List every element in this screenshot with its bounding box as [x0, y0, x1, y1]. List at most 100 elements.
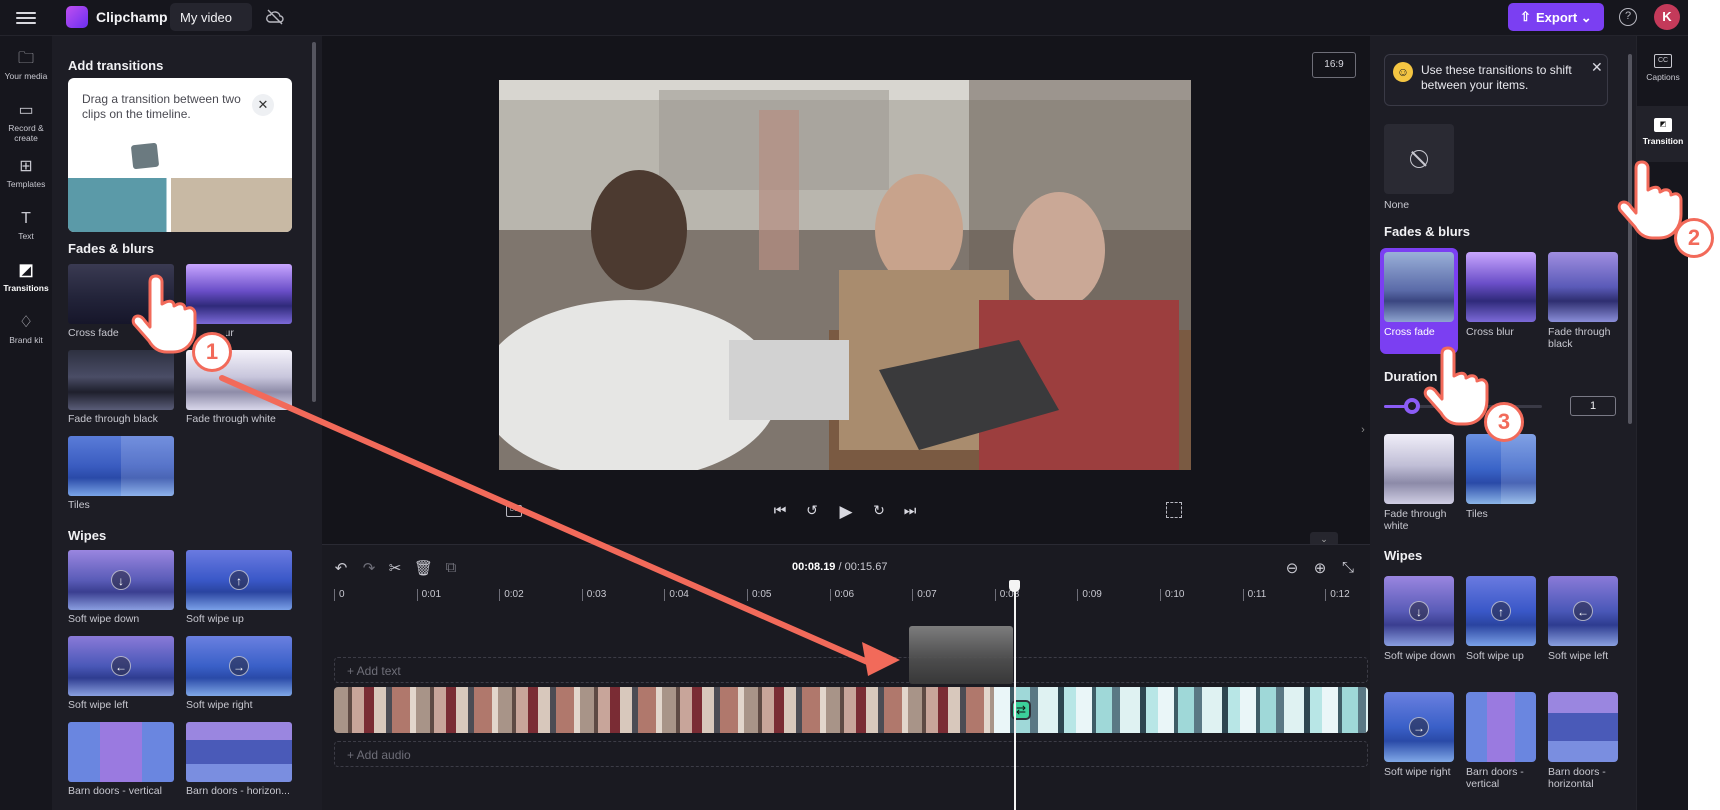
- rail-item-your-media[interactable]: 🗀 Your media: [0, 42, 52, 94]
- rail-label: Templates: [6, 179, 46, 189]
- ruler-tick: 0:02: [499, 589, 524, 601]
- avatar[interactable]: K: [1654, 4, 1680, 30]
- closed-captions-icon[interactable]: CC: [506, 505, 522, 517]
- transition-thumb-fade-through-black[interactable]: [1548, 252, 1618, 322]
- left-nav-rail: 🗀 Your media ▭ Record & create ⊞ Templates …: [0, 36, 52, 810]
- collapse-right-panel-icon[interactable]: ›: [1356, 424, 1370, 446]
- transition-thumb-soft-wipe-down[interactable]: ↓: [1384, 576, 1454, 646]
- close-icon[interactable]: ✕: [1591, 59, 1603, 76]
- add-audio-track[interactable]: + Add audio: [334, 741, 1368, 767]
- add-to-timeline-icon[interactable]: ⧉: [442, 559, 460, 576]
- transition-thumb-cross-fade[interactable]: [68, 264, 174, 324]
- slider-knob[interactable]: [1404, 398, 1420, 414]
- upload-icon: ⇧: [1520, 9, 1531, 24]
- transition-thumb-cross-blur[interactable]: [1466, 252, 1536, 322]
- transition-icon: ◩: [1654, 118, 1672, 132]
- ruler-tick: 0:09: [1077, 589, 1102, 601]
- rail-item-transition[interactable]: ◩ Transition: [1637, 106, 1688, 162]
- export-button[interactable]: ⇧ Export ⌄: [1508, 3, 1604, 31]
- arrow-up-icon: ↑: [229, 570, 249, 590]
- transition-label: Fade through black: [68, 413, 158, 425]
- step-badge-3: 3: [1484, 402, 1524, 442]
- redo-icon[interactable]: ↷: [360, 559, 378, 577]
- video-title-field[interactable]: My video: [170, 3, 252, 31]
- duration-input[interactable]: 1: [1570, 396, 1616, 416]
- rail-item-templates[interactable]: ⊞ Templates: [0, 150, 52, 202]
- ruler-tick: 0:05: [747, 589, 771, 601]
- transition-thumb-barn-doors-horizontal[interactable]: [1548, 692, 1618, 762]
- transition-thumb-barn-doors-vertical[interactable]: [1466, 692, 1536, 762]
- add-text-track[interactable]: + Add text: [334, 657, 1368, 683]
- panel-title: Add transitions: [68, 58, 164, 73]
- transition-label: Barn doors - horizon...: [186, 785, 290, 797]
- transition-thumb-soft-wipe-left[interactable]: ←: [68, 636, 174, 696]
- playhead[interactable]: [1014, 582, 1016, 810]
- tip-banner-text: Use these transitions to shift between y…: [1421, 63, 1572, 92]
- aspect-ratio-button[interactable]: 16:9: [1312, 52, 1356, 78]
- dragged-transition-preview: [909, 626, 1013, 684]
- left-panel-scrollbar[interactable]: [312, 42, 316, 402]
- none-label: None: [1384, 199, 1410, 211]
- fullscreen-icon[interactable]: [1166, 502, 1182, 518]
- timeline-ruler[interactable]: 0 0:01 0:02 0:03 0:04 0:05 0:06 0:07 0:08 0:09 0:1…: [334, 583, 1364, 605]
- transitions-panel: Add transitions Drag a transition betwee…: [52, 36, 322, 810]
- delete-icon[interactable]: 🗑: [414, 559, 433, 577]
- transition-thumb-soft-wipe-down[interactable]: ↓: [68, 550, 174, 610]
- ruler-tick: 0:10: [1160, 589, 1184, 601]
- transition-thumb-fade-through-white[interactable]: [1384, 434, 1454, 504]
- tip-illustration: [68, 178, 292, 232]
- zoom-out-icon[interactable]: ⊖: [1283, 559, 1301, 577]
- right-panel-scrollbar[interactable]: [1628, 54, 1632, 424]
- brand-kit-icon: ♢: [18, 314, 34, 331]
- timecode: 00:08.19 / 00:15.67: [792, 561, 887, 573]
- transition-none[interactable]: [1384, 124, 1454, 194]
- zoom-in-icon[interactable]: ⊕: [1311, 559, 1329, 577]
- skip-forward-icon[interactable]: ⏭: [899, 502, 921, 519]
- ruler-tick: 0:01: [416, 589, 441, 601]
- transition-thumb-soft-wipe-up[interactable]: ↑: [1466, 576, 1536, 646]
- arrow-down-icon: ↓: [1409, 601, 1429, 621]
- transition-thumb-tiles[interactable]: [1466, 434, 1536, 504]
- transition-thumb-cross-blur[interactable]: [186, 264, 292, 324]
- transition-label: Soft wipe left: [68, 699, 129, 711]
- cloud-off-icon[interactable]: [265, 8, 285, 26]
- rail-item-transitions[interactable]: ◩ Transitions: [0, 254, 52, 306]
- rail-item-text[interactable]: T Text: [0, 202, 52, 254]
- rail-item-captions[interactable]: CC Captions: [1637, 42, 1688, 98]
- transition-thumb-soft-wipe-left[interactable]: ←: [1548, 576, 1618, 646]
- fit-to-screen-icon[interactable]: ⤡: [1339, 559, 1357, 576]
- menu-icon[interactable]: [16, 9, 36, 25]
- close-icon[interactable]: ✕: [252, 94, 274, 116]
- video-clip-track[interactable]: [334, 687, 1368, 733]
- help-icon[interactable]: ?: [1619, 8, 1637, 26]
- arrow-right-icon: →: [1409, 717, 1429, 737]
- transition-label: Fade through white: [186, 413, 276, 425]
- transition-label: Fade through black: [1548, 326, 1611, 350]
- ruler-tick: 0:07: [912, 589, 937, 601]
- transition-thumb-cross-fade[interactable]: [1384, 252, 1454, 322]
- undo-icon[interactable]: ↶: [332, 559, 350, 577]
- total-time: / 00:15.67: [838, 561, 888, 573]
- forward-5-icon[interactable]: ↻: [868, 502, 890, 519]
- split-scissors-icon[interactable]: ✂: [386, 559, 404, 577]
- transition-thumb-soft-wipe-right[interactable]: →: [1384, 692, 1454, 762]
- rail-item-brand-kit[interactable]: ♢ Brand kit: [0, 306, 52, 358]
- video-clip-second[interactable]: [994, 687, 1368, 733]
- play-icon[interactable]: ▶: [835, 502, 857, 522]
- ruler-tick: 0:06: [829, 589, 854, 601]
- transition-thumb-soft-wipe-up[interactable]: ↑: [186, 550, 292, 610]
- transition-thumb-barn-doors-horizontal[interactable]: [186, 722, 292, 782]
- skip-back-icon[interactable]: ⏮: [769, 502, 791, 519]
- emoji-icon: ☺: [1393, 62, 1413, 82]
- transition-thumb-fade-through-black[interactable]: [68, 350, 174, 410]
- transition-thumb-barn-doors-vertical[interactable]: [68, 722, 174, 782]
- tip-card: Drag a transition between two clips on t…: [68, 78, 292, 232]
- ruler-tick: 0: [334, 589, 345, 601]
- video-preview[interactable]: [499, 80, 1191, 470]
- right-nav-rail: CC Captions ◩ Transition: [1636, 36, 1688, 810]
- rail-item-record-create[interactable]: ▭ Record & create: [0, 94, 52, 146]
- transition-thumb-soft-wipe-right[interactable]: →: [186, 636, 292, 696]
- transition-thumb-tiles[interactable]: [68, 436, 174, 496]
- transition-label: Cross fade: [68, 327, 119, 339]
- rewind-5-icon[interactable]: ↺: [801, 502, 823, 519]
